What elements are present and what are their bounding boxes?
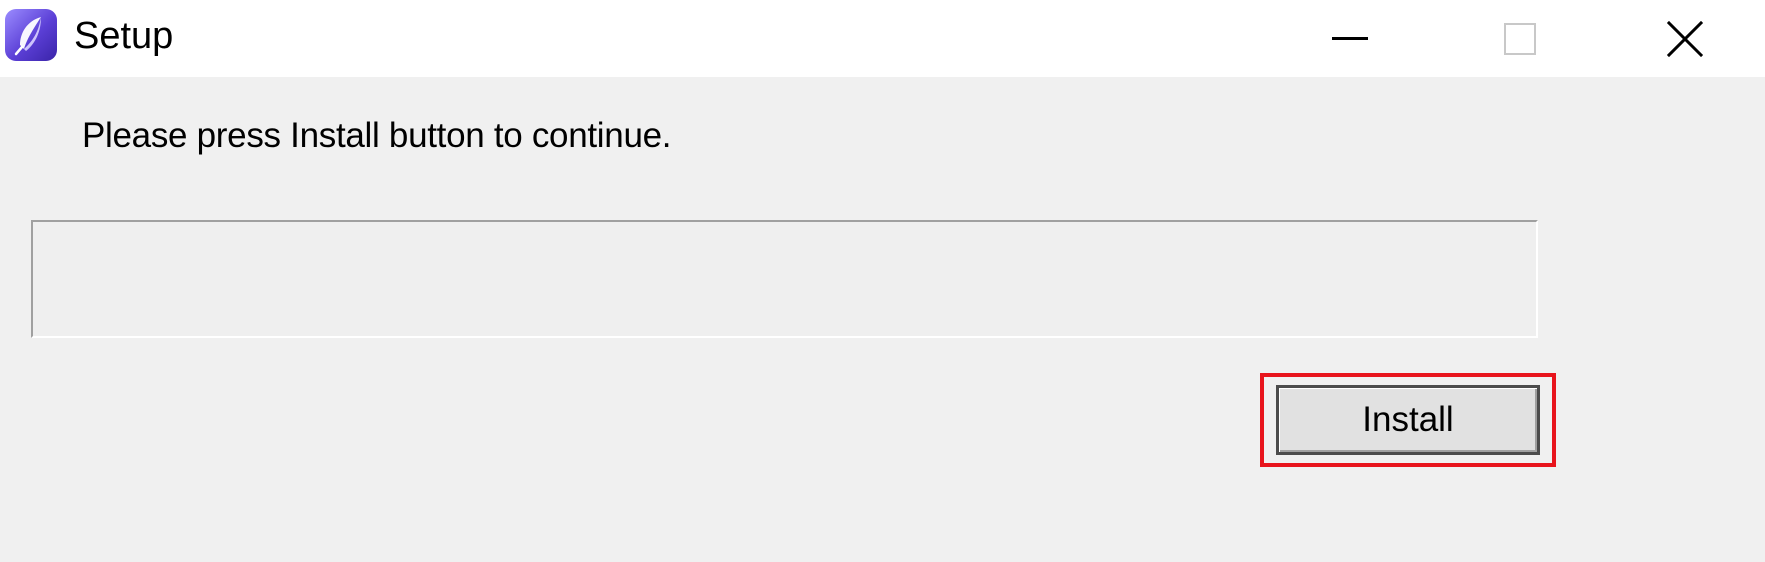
maximize-icon bbox=[1504, 22, 1536, 55]
install-button[interactable]: Install bbox=[1276, 385, 1540, 455]
close-icon bbox=[1667, 20, 1703, 57]
instruction-text: Please press Install button to continue. bbox=[82, 116, 672, 155]
minimize-button[interactable] bbox=[1265, 0, 1435, 77]
close-button[interactable] bbox=[1605, 0, 1765, 77]
window-title: Setup bbox=[74, 15, 174, 57]
maximize-button bbox=[1435, 0, 1605, 77]
progress-bar bbox=[31, 220, 1538, 338]
minimize-icon bbox=[1332, 37, 1368, 40]
title-bar[interactable]: Setup bbox=[0, 0, 1765, 77]
setup-feather-icon bbox=[5, 9, 57, 61]
setup-window: Setup Please press Install button to con… bbox=[0, 0, 1765, 562]
